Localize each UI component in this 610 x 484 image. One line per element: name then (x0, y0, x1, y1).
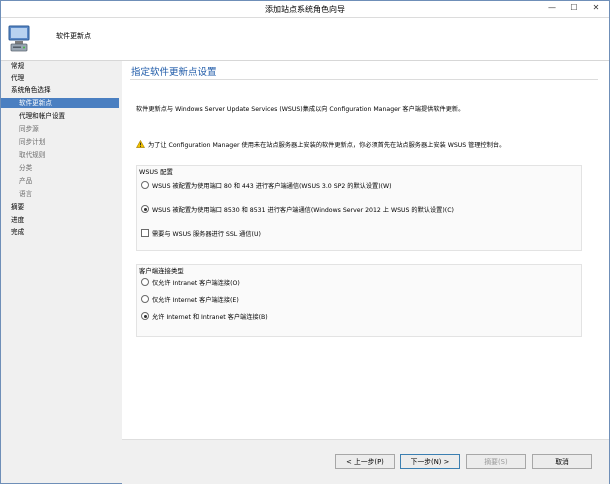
wizard-page-label: 软件更新点 (56, 32, 91, 40)
title-divider (130, 79, 598, 80)
content-panel: 指定软件更新点设置 软件更新点与 Windows Server Update S… (122, 61, 609, 439)
wizard-header: 软件更新点 (1, 18, 609, 61)
wizard-window: 添加站点系统角色向导 — ☐ ✕ 软件更新点 常规 代理 系统角色选择 软件更新… (0, 0, 610, 484)
wsus-config-group: WSUS 配置 WSUS 被配置为使用端口 80 和 443 进行客户端通信(W… (136, 165, 582, 251)
ssl-checkbox-label: 需要与 WSUS 服务器进行 SSL 通信(U) (152, 231, 261, 238)
nav-item-progress[interactable]: 进度 (11, 215, 24, 225)
nav-item-sync-schedule: 同步计划 (19, 138, 46, 146)
internet-and-intranet-label: 允许 Internet 和 Intranet 客户端连接(B) (152, 314, 268, 321)
wsus-port-8530-option[interactable]: WSUS 被配置为使用端口 8530 和 8531 进行客户端通信(Window… (141, 205, 454, 216)
page-title: 指定软件更新点设置 (131, 67, 217, 78)
nav-item-proxy[interactable]: 代理 (11, 73, 24, 83)
server-computer-icon (8, 25, 30, 52)
wizard-footer: < 上一步(P) 下一步(N) > 摘要(S) 取消 (122, 439, 609, 484)
maximize-button[interactable]: ☐ (563, 2, 585, 15)
summary-button: 摘要(S) (466, 454, 526, 469)
internet-and-intranet-option[interactable]: 允许 Internet 和 Intranet 客户端连接(B) (141, 312, 268, 323)
wizard-navigation: 常规 代理 系统角色选择 软件更新点 代理和帐户设置 同步源 同步计划 取代规则… (1, 61, 121, 481)
radio-button[interactable] (141, 278, 149, 286)
previous-button[interactable]: < 上一步(P) (335, 454, 395, 469)
nav-item-supersedence-rules: 取代规则 (19, 151, 46, 159)
wsus-port-80-label: WSUS 被配置为使用端口 80 和 443 进行客户端通信(WSUS 3.0 … (152, 183, 392, 190)
internet-only-option[interactable]: 仅允许 Internet 客户端连接(E) (141, 295, 239, 306)
internet-only-label: 仅允许 Internet 客户端连接(E) (152, 297, 239, 304)
radio-button-selected[interactable] (141, 205, 149, 213)
radio-button[interactable] (141, 181, 149, 189)
nav-item-role-selection[interactable]: 系统角色选择 (11, 85, 51, 95)
nav-item-summary[interactable]: 摘要 (11, 202, 24, 212)
ssl-checkbox-option[interactable]: 需要与 WSUS 服务器进行 SSL 通信(U) (141, 229, 261, 240)
title-bar: 添加站点系统角色向导 — ☐ ✕ (1, 1, 609, 18)
nav-item-software-update-point[interactable]: 软件更新点 (1, 98, 119, 108)
window-title: 添加站点系统角色向导 (265, 5, 345, 14)
nav-item-completion[interactable]: 完成 (11, 227, 24, 237)
ssl-checkbox[interactable] (141, 229, 149, 237)
client-connection-label: 客户端连接类型 (139, 267, 184, 275)
minimize-button[interactable]: — (541, 2, 563, 15)
nav-item-languages: 语言 (19, 190, 33, 198)
nav-item-products: 产品 (19, 177, 33, 185)
intranet-only-option[interactable]: 仅允许 Intranet 客户端连接(O) (141, 278, 240, 289)
close-button[interactable]: ✕ (585, 2, 607, 15)
radio-button[interactable] (141, 295, 149, 303)
client-connection-group: 客户端连接类型 仅允许 Intranet 客户端连接(O) 仅允许 Intern… (136, 264, 582, 337)
intro-text: 软件更新点与 Windows Server Update Services (W… (136, 106, 465, 113)
intranet-only-label: 仅允许 Intranet 客户端连接(O) (152, 280, 240, 287)
warning-text: 为了让 Configuration Manager 使用未在站点服务器上安装的软… (148, 142, 506, 149)
warning-icon (136, 140, 145, 148)
nav-item-proxy-account-settings[interactable]: 代理和帐户设置 (19, 111, 65, 121)
cancel-button[interactable]: 取消 (532, 454, 592, 469)
wsus-port-8530-label: WSUS 被配置为使用端口 8530 和 8531 进行客户端通信(Window… (152, 207, 454, 214)
wsus-port-80-option[interactable]: WSUS 被配置为使用端口 80 和 443 进行客户端通信(WSUS 3.0 … (141, 181, 392, 192)
nav-item-classifications: 分类 (19, 164, 33, 172)
nav-item-general[interactable]: 常规 (11, 61, 24, 71)
nav-item-sync-source: 同步源 (19, 125, 39, 133)
wsus-config-label: WSUS 配置 (139, 168, 173, 176)
radio-button-selected[interactable] (141, 312, 149, 320)
next-button[interactable]: 下一步(N) > (400, 454, 460, 469)
